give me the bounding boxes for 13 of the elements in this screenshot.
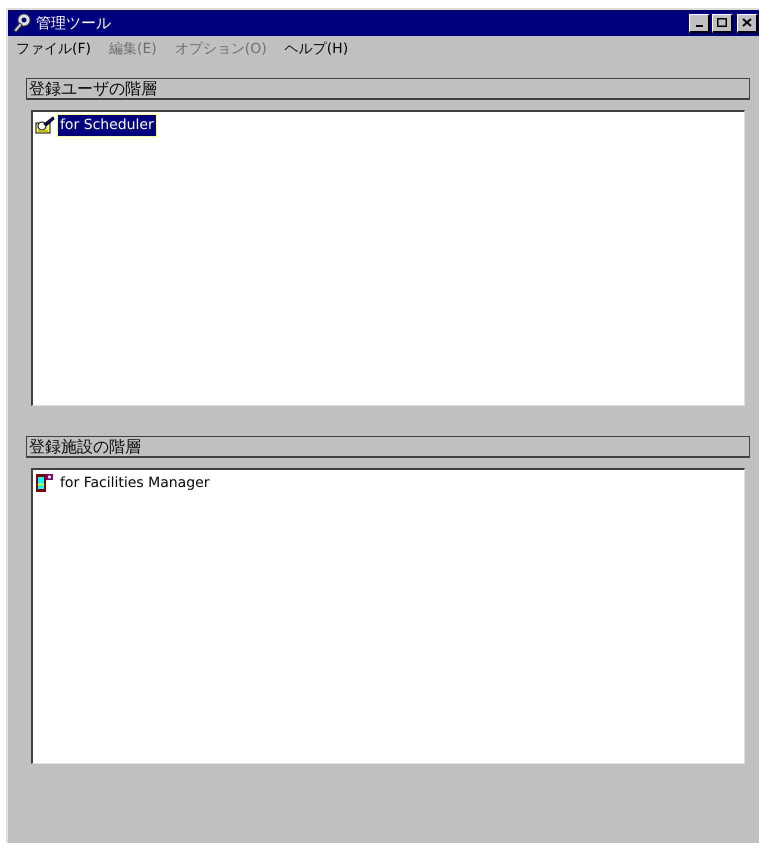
maximize-button[interactable] [712, 14, 733, 32]
menu-item[interactable]: ヘルプ(H) [280, 38, 352, 60]
maximize-icon [717, 18, 727, 27]
tree-item[interactable]: for Facilities Manager [58, 472, 212, 494]
window-title: 管理ツール [36, 12, 112, 34]
menu-item[interactable]: ファイル(F) [12, 38, 95, 60]
minimize-icon [696, 25, 702, 27]
minimize-button[interactable] [689, 14, 710, 32]
panel-header: 登録施設の階層 [26, 436, 750, 458]
close-button[interactable] [737, 14, 758, 32]
close-icon [742, 18, 752, 27]
panel-header: 登録ユーザの階層 [26, 78, 750, 100]
tree-item[interactable]: for Scheduler [58, 114, 156, 136]
